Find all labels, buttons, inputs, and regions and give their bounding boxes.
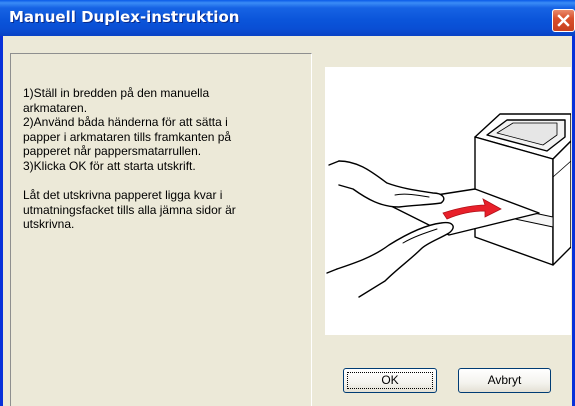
instruction-line: arkmataren. [23,100,88,115]
title-bar[interactable]: Manuell Duplex-instruktion [0,0,575,36]
note-line: utmatningsfacket tills alla jämna sidor … [23,202,236,217]
instruction-line: 3)Klicka OK för att starta utskrift. [23,158,196,173]
printer-hands-illustration [326,113,571,298]
cancel-button[interactable]: Avbryt [458,368,551,393]
instruction-line: 2)Använd båda händerna för att sätta i [23,115,228,130]
illustration-panel [325,67,571,335]
ok-button-label: OK [347,372,433,389]
close-button[interactable] [552,9,575,32]
close-icon [557,14,570,27]
ok-button[interactable]: OK [343,368,437,393]
instruction-line: 1)Ställ in bredden på den manuella [23,86,210,100]
instruction-line: papper i arkmataren tills framkanten på [23,129,232,144]
instruction-line: papperet når pappersmatarrullen. [23,144,202,159]
instructions-panel: 1)Ställ in bredden på den manuella arkma… [10,53,312,406]
window-title: Manuell Duplex-instruktion [9,8,240,26]
note-line: Låt det utskrivna papperet ligga kvar i [23,188,223,203]
instructions-text: 1)Ställ in bredden på den manuella arkma… [23,86,303,232]
note-line: utskrivna. [23,217,75,232]
dialog-window: Manuell Duplex-instruktion 1)Ställ in br… [0,0,575,406]
